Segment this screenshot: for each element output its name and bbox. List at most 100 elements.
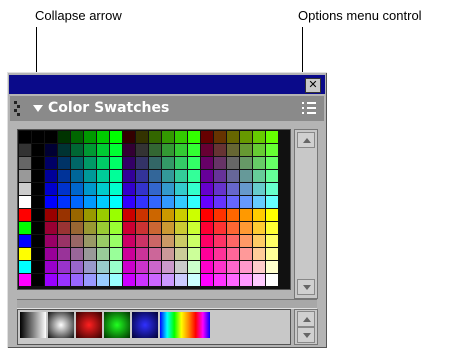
color-swatch[interactable] bbox=[71, 235, 83, 247]
color-swatch[interactable] bbox=[32, 274, 44, 286]
color-swatch[interactable] bbox=[175, 196, 187, 208]
color-swatch[interactable] bbox=[253, 274, 265, 286]
scroll-down-button[interactable] bbox=[297, 279, 315, 295]
color-swatch[interactable] bbox=[97, 170, 109, 182]
grip-dots-icon[interactable] bbox=[14, 101, 20, 117]
color-swatch[interactable] bbox=[240, 144, 252, 156]
color-swatch[interactable] bbox=[188, 274, 200, 286]
color-swatch[interactable] bbox=[110, 248, 122, 260]
swatch-grid-svg[interactable] bbox=[18, 130, 290, 289]
color-swatch[interactable] bbox=[32, 261, 44, 273]
color-swatch[interactable] bbox=[201, 170, 213, 182]
color-swatch[interactable] bbox=[214, 261, 226, 273]
color-swatch[interactable] bbox=[214, 274, 226, 286]
color-swatch[interactable] bbox=[149, 183, 161, 195]
color-swatch[interactable] bbox=[97, 131, 109, 143]
color-swatch[interactable] bbox=[240, 235, 252, 247]
color-swatch[interactable] bbox=[162, 144, 174, 156]
color-swatch[interactable] bbox=[123, 131, 135, 143]
color-swatch[interactable] bbox=[162, 274, 174, 286]
gradient-swatch[interactable] bbox=[104, 312, 130, 338]
color-swatch[interactable] bbox=[227, 183, 239, 195]
color-swatch[interactable] bbox=[110, 209, 122, 221]
color-swatch[interactable] bbox=[71, 170, 83, 182]
color-swatch[interactable] bbox=[97, 183, 109, 195]
color-swatch[interactable] bbox=[214, 196, 226, 208]
color-swatch[interactable] bbox=[227, 222, 239, 234]
color-swatch[interactable] bbox=[32, 196, 44, 208]
color-swatch[interactable] bbox=[214, 209, 226, 221]
color-swatch[interactable] bbox=[240, 183, 252, 195]
color-swatch[interactable] bbox=[32, 131, 44, 143]
color-swatch[interactable] bbox=[162, 261, 174, 273]
color-swatch[interactable] bbox=[253, 144, 265, 156]
color-swatch[interactable] bbox=[45, 235, 57, 247]
scroll-up-button[interactable] bbox=[297, 311, 315, 327]
gradient-swatch[interactable] bbox=[160, 312, 210, 338]
color-swatch[interactable] bbox=[149, 157, 161, 169]
color-swatch[interactable] bbox=[253, 235, 265, 247]
color-swatch[interactable] bbox=[58, 222, 70, 234]
color-swatch[interactable] bbox=[162, 222, 174, 234]
color-swatch[interactable] bbox=[84, 261, 96, 273]
color-swatch[interactable] bbox=[201, 222, 213, 234]
color-swatch[interactable] bbox=[45, 274, 57, 286]
color-swatch[interactable] bbox=[149, 170, 161, 182]
color-swatch[interactable] bbox=[97, 235, 109, 247]
color-swatch[interactable] bbox=[162, 235, 174, 247]
color-swatch[interactable] bbox=[45, 183, 57, 195]
close-button[interactable]: ✕ bbox=[305, 78, 321, 93]
color-swatch[interactable] bbox=[84, 222, 96, 234]
color-swatch[interactable] bbox=[188, 248, 200, 260]
color-swatch[interactable] bbox=[149, 196, 161, 208]
color-swatch[interactable] bbox=[84, 144, 96, 156]
color-swatch[interactable] bbox=[188, 196, 200, 208]
color-swatch[interactable] bbox=[45, 261, 57, 273]
color-swatch[interactable] bbox=[19, 183, 31, 195]
color-swatch[interactable] bbox=[201, 274, 213, 286]
color-swatch[interactable] bbox=[110, 196, 122, 208]
color-swatch[interactable] bbox=[71, 157, 83, 169]
color-swatch[interactable] bbox=[45, 170, 57, 182]
color-swatch[interactable] bbox=[266, 157, 278, 169]
color-swatch[interactable] bbox=[240, 157, 252, 169]
color-swatch[interactable] bbox=[71, 261, 83, 273]
color-swatch[interactable] bbox=[188, 222, 200, 234]
color-swatch[interactable] bbox=[71, 222, 83, 234]
color-swatch[interactable] bbox=[227, 196, 239, 208]
color-swatch[interactable] bbox=[201, 196, 213, 208]
color-swatch[interactable] bbox=[240, 170, 252, 182]
color-swatch[interactable] bbox=[175, 248, 187, 260]
color-swatch[interactable] bbox=[266, 274, 278, 286]
color-swatch[interactable] bbox=[110, 144, 122, 156]
color-swatch[interactable] bbox=[97, 222, 109, 234]
color-swatch[interactable] bbox=[149, 209, 161, 221]
color-swatch[interactable] bbox=[58, 183, 70, 195]
color-swatch[interactable] bbox=[201, 157, 213, 169]
color-swatch[interactable] bbox=[84, 131, 96, 143]
color-swatch[interactable] bbox=[227, 209, 239, 221]
panel-titlebar[interactable]: ✕ bbox=[9, 75, 325, 94]
color-swatch[interactable] bbox=[58, 235, 70, 247]
color-swatch[interactable] bbox=[149, 261, 161, 273]
color-swatch[interactable] bbox=[58, 274, 70, 286]
color-swatch[interactable] bbox=[266, 248, 278, 260]
gradient-swatch[interactable] bbox=[48, 312, 74, 338]
color-swatch[interactable] bbox=[201, 131, 213, 143]
color-swatch[interactable] bbox=[149, 222, 161, 234]
color-swatch[interactable] bbox=[227, 131, 239, 143]
color-swatch[interactable] bbox=[136, 248, 148, 260]
color-swatch[interactable] bbox=[188, 183, 200, 195]
scroll-up-button[interactable] bbox=[297, 132, 315, 148]
color-swatch[interactable] bbox=[123, 261, 135, 273]
color-swatch[interactable] bbox=[227, 261, 239, 273]
color-swatch[interactable] bbox=[227, 157, 239, 169]
color-swatch[interactable] bbox=[266, 144, 278, 156]
color-swatch[interactable] bbox=[149, 235, 161, 247]
color-swatch[interactable] bbox=[84, 235, 96, 247]
color-swatch[interactable] bbox=[19, 144, 31, 156]
color-swatch[interactable] bbox=[214, 183, 226, 195]
color-swatch[interactable] bbox=[71, 209, 83, 221]
color-swatch[interactable] bbox=[84, 183, 96, 195]
color-swatch[interactable] bbox=[214, 131, 226, 143]
